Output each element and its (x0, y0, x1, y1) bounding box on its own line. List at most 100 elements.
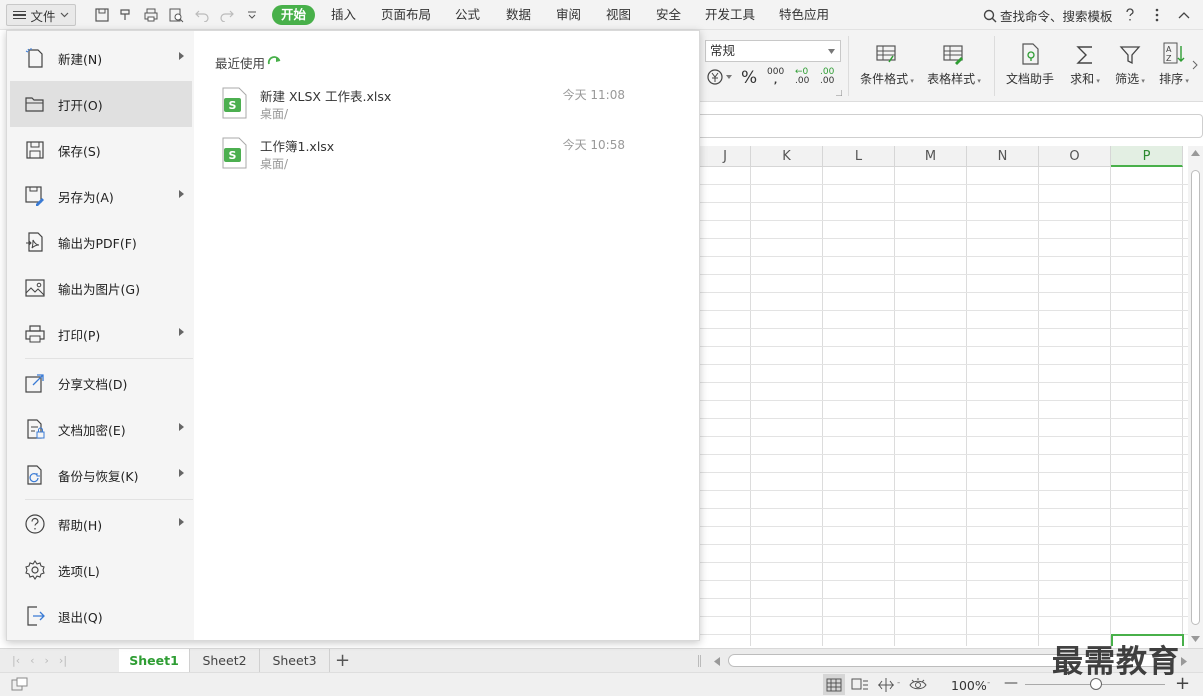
column-header-o[interactable]: O (1039, 146, 1111, 167)
vertical-scroll-thumb[interactable] (1191, 170, 1200, 625)
menu-item-exit[interactable]: 退出(Q) (10, 593, 192, 639)
menu-item-print[interactable]: 打印(P) (10, 311, 192, 357)
menu-item-backup[interactable]: 备份与恢复(K) (10, 452, 192, 498)
redo-icon[interactable] (218, 6, 236, 24)
tab-formulas[interactable]: 公式 (455, 5, 480, 25)
recent-files-heading: 最近使用 (215, 53, 283, 72)
gear-icon (22, 558, 48, 582)
column-header-k[interactable]: K (751, 146, 823, 167)
sheet-tab-sheet1[interactable]: Sheet1 (119, 649, 190, 673)
add-sheet-icon[interactable]: + (335, 650, 350, 671)
command-search[interactable]: 查找命令、搜索模板 (983, 6, 1113, 25)
more-options-icon[interactable] (1148, 6, 1166, 24)
sort-icon: AZ (1163, 42, 1185, 64)
print-quick-icon[interactable] (142, 6, 160, 24)
help-icon[interactable] (1121, 6, 1139, 24)
tab-data[interactable]: 数据 (506, 5, 531, 25)
sort-button[interactable]: AZ 排序 ▾ (1154, 40, 1194, 87)
dialog-launcher-icon[interactable] (836, 90, 842, 96)
menu-separator (25, 499, 193, 500)
recent-file-item[interactable]: S 工作簿1.xlsx 桌面/ 今天 10:58 (217, 133, 637, 177)
menu-item-exit-label: 退出(Q) (58, 609, 103, 625)
recent-file-path: 桌面/ (260, 107, 289, 121)
conditional-format-button[interactable]: 条件格式 ▾ (857, 40, 917, 87)
doc-assistant-button[interactable]: 文档助手 (1002, 40, 1058, 87)
sheet-tab-sheet2[interactable]: Sheet2 (190, 649, 260, 673)
file-menu-button[interactable]: 文件 (6, 4, 76, 26)
save-quick-icon[interactable] (93, 6, 111, 24)
table-style-label: 表格样式 (927, 72, 976, 86)
menu-item-save-as[interactable]: 另存为(A) (10, 173, 192, 219)
tab-security[interactable]: 安全 (656, 5, 681, 25)
formula-bar[interactable] (700, 114, 1203, 138)
column-header-j[interactable]: J (700, 146, 751, 167)
next-sheet-icon[interactable]: › (45, 654, 49, 667)
tab-page-layout[interactable]: 页面布局 (381, 5, 431, 25)
tab-special[interactable]: 特色应用 (779, 5, 829, 25)
tab-insert[interactable]: 插入 (331, 5, 356, 25)
scroll-down-icon[interactable] (1191, 636, 1200, 642)
currency-format-button[interactable] (706, 68, 732, 86)
spreadsheet-grid[interactable]: JKLMNOP (700, 146, 1188, 646)
menu-item-export-image[interactable]: 输出为图片(G) (10, 265, 192, 311)
last-sheet-icon[interactable]: ›| (59, 654, 67, 667)
table-style-button[interactable]: 表格样式 ▾ (924, 40, 984, 87)
chevron-down-icon (726, 75, 732, 79)
refresh-icon[interactable] (267, 55, 283, 70)
view-dropdown-arrow[interactable]: - (897, 678, 900, 688)
menu-item-export-pdf[interactable]: 输出为PDF(F) (10, 219, 192, 265)
percent-button[interactable]: % (741, 68, 757, 88)
collapse-ribbon-icon[interactable] (1175, 6, 1193, 24)
normal-view-button[interactable] (823, 674, 845, 695)
zoom-level[interactable]: 100% (951, 678, 987, 693)
column-header-p[interactable]: P (1111, 146, 1183, 167)
currency-icon (707, 69, 723, 85)
menu-item-help[interactable]: 帮助(H) (10, 501, 192, 547)
decrease-decimal-button[interactable]: .00 .00 (820, 68, 834, 86)
prev-sheet-icon[interactable]: ‹ (30, 654, 34, 667)
menu-item-open[interactable]: 打开(O) (10, 81, 192, 127)
column-header-n[interactable]: N (967, 146, 1039, 167)
menu-item-new[interactable]: 新建(N) (10, 35, 192, 81)
column-header-l[interactable]: L (823, 146, 895, 167)
format-painter-icon[interactable] (117, 6, 135, 24)
undo-icon[interactable] (193, 6, 211, 24)
scroll-right-icon[interactable] (1181, 657, 1187, 666)
recent-file-item[interactable]: S 新建 XLSX 工作表.xlsx 桌面/ 今天 11:08 (217, 83, 637, 127)
menu-item-encrypt[interactable]: 文档加密(E) (10, 406, 192, 452)
submenu-arrow-icon (179, 423, 184, 431)
first-sheet-icon[interactable]: |‹ (12, 654, 20, 667)
increase-decimal-button[interactable]: ←0 .00 (795, 68, 809, 86)
menu-item-save[interactable]: 保存(S) (10, 127, 192, 173)
sheet-tab-sheet3[interactable]: Sheet3 (260, 649, 330, 673)
sum-button[interactable]: 求和 ▾ (1065, 40, 1105, 87)
scroll-left-icon[interactable] (714, 657, 720, 666)
zoom-dropdown-arrow[interactable]: - (987, 678, 990, 688)
menu-item-help-label: 帮助(H) (58, 517, 103, 533)
page-layout-view-icon[interactable] (877, 677, 895, 693)
splitter-handle[interactable] (698, 655, 701, 667)
number-format-select[interactable]: 常规 (705, 40, 841, 62)
menu-item-options[interactable]: 选项(L) (10, 547, 192, 593)
eye-protection-icon[interactable] (908, 677, 928, 693)
scroll-up-icon[interactable] (1191, 150, 1200, 156)
zoom-out-button[interactable]: — (1004, 675, 1018, 691)
print-preview-icon[interactable] (167, 6, 185, 24)
customize-toolbar-icon[interactable] (243, 6, 261, 24)
menu-item-options-label: 选项(L) (58, 563, 100, 579)
thousands-separator-button[interactable]: 000 , (767, 68, 784, 86)
doc-assistant-label: 文档助手 (1005, 72, 1054, 86)
tab-developer[interactable]: 开发工具 (705, 5, 755, 25)
vertical-scrollbar[interactable] (1188, 146, 1203, 648)
macro-record-icon[interactable] (11, 677, 29, 693)
filter-button[interactable]: 筛选 ▾ (1110, 40, 1150, 87)
column-header-m[interactable]: M (895, 146, 967, 167)
tab-home[interactable]: 开始 (272, 5, 316, 25)
page-break-view-icon[interactable] (851, 677, 869, 693)
tab-review[interactable]: 审阅 (556, 5, 581, 25)
sheet-navigation[interactable]: |‹ ‹ › ›| (12, 654, 67, 667)
save-as-icon (22, 184, 48, 208)
tab-view[interactable]: 视图 (606, 5, 631, 25)
menu-item-share[interactable]: 分享文档(D) (10, 360, 192, 406)
chevron-right-icon[interactable] (1192, 60, 1198, 70)
